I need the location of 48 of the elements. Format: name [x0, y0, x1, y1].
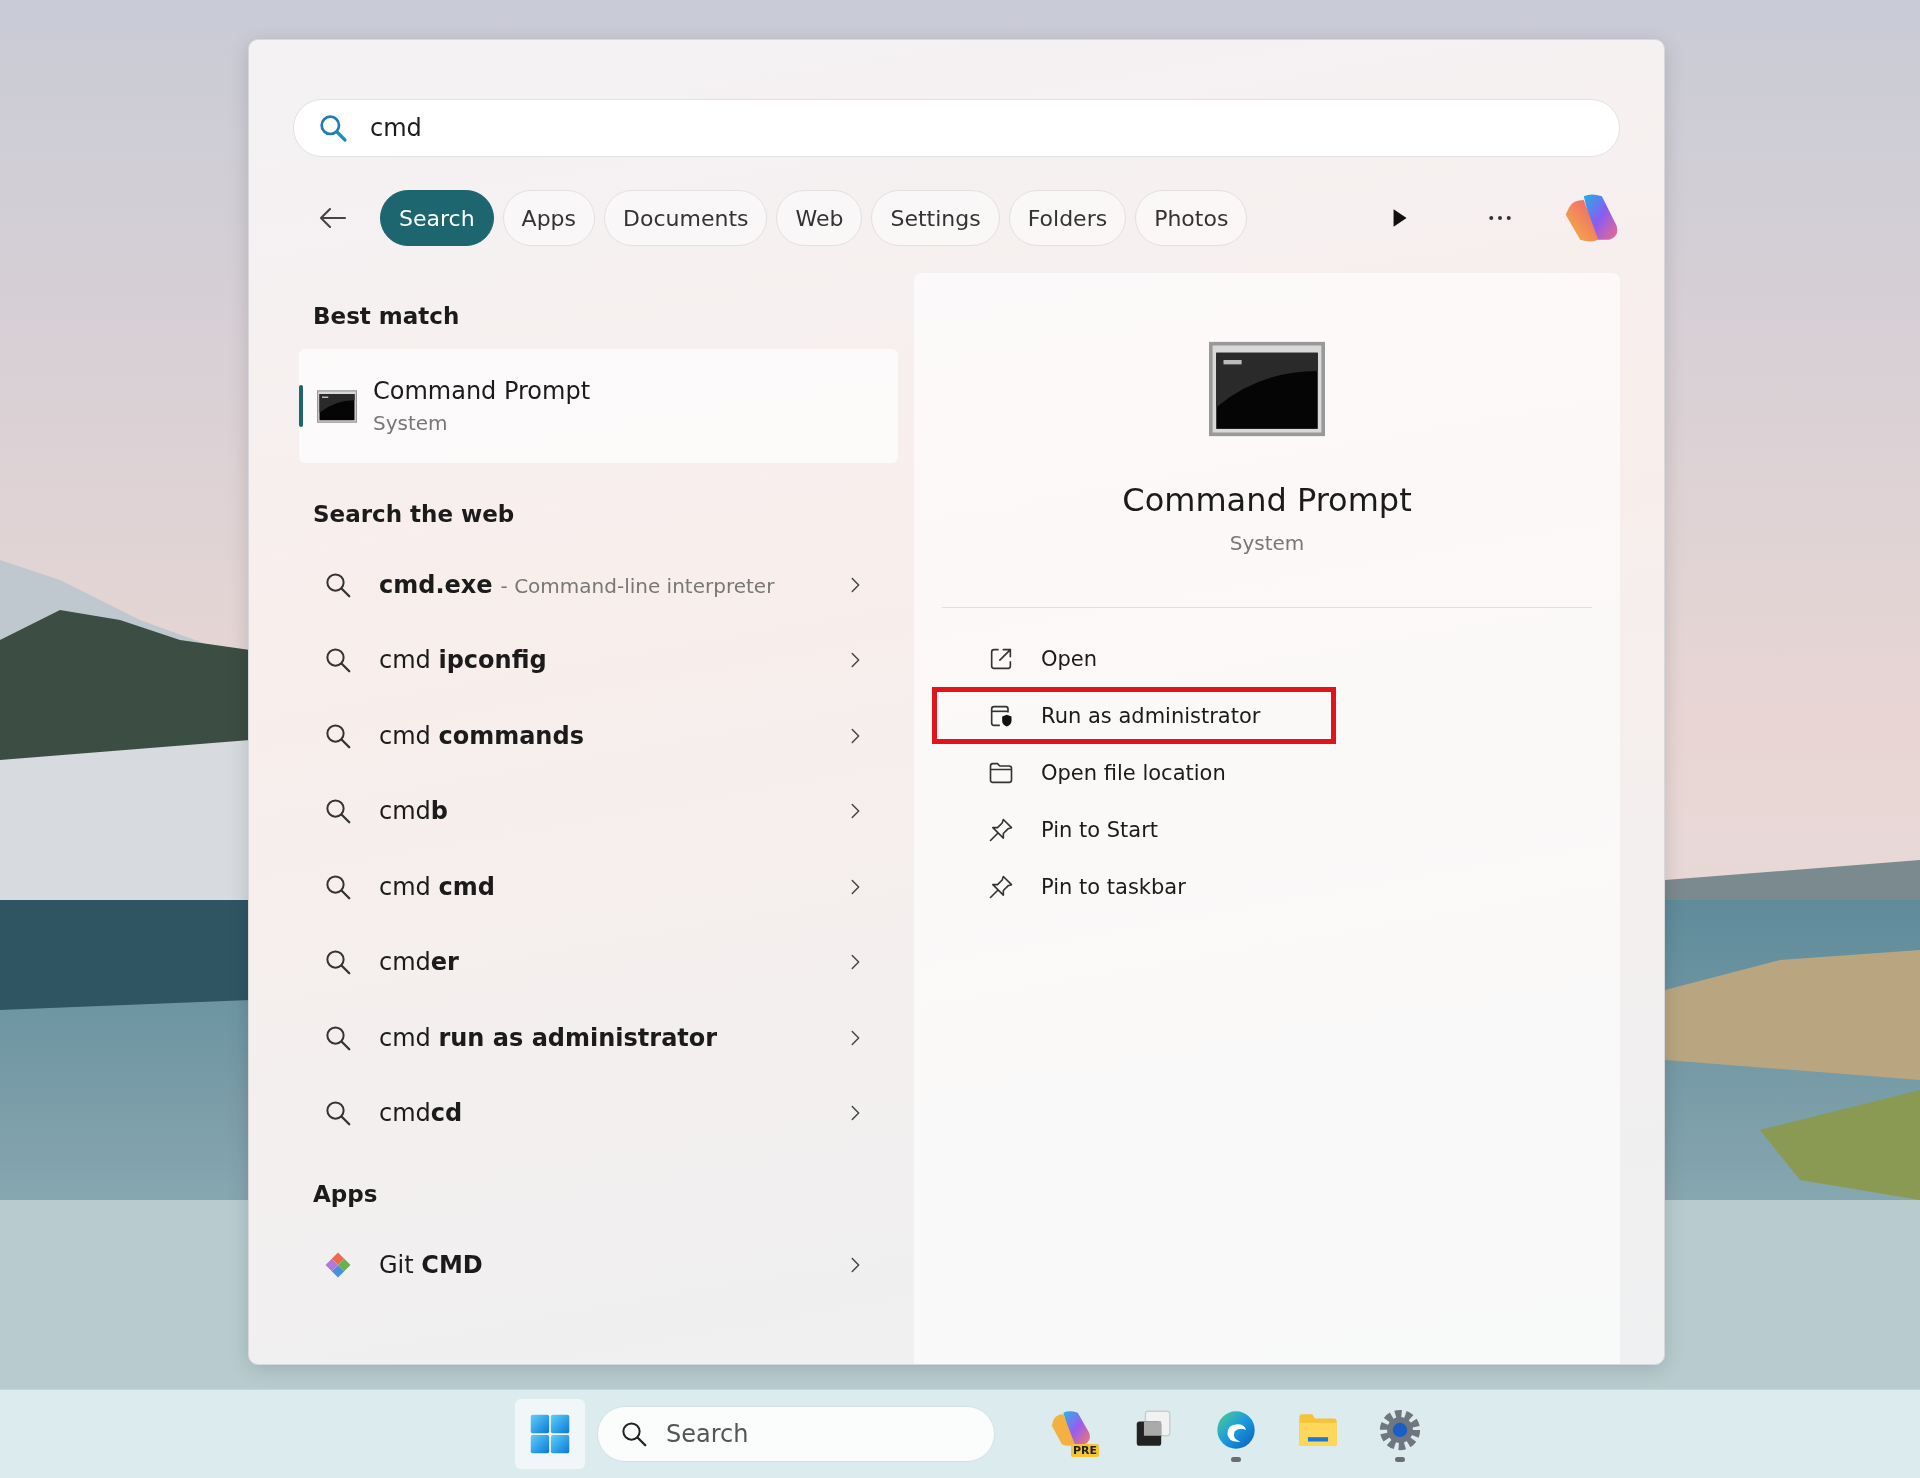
result-text: Git CMD — [379, 1250, 483, 1279]
result-title: Command Prompt — [373, 377, 591, 405]
app-subtitle: System — [1228, 531, 1306, 555]
web-result-item[interactable]: cmd.exe - Command-line interpreter — [299, 547, 898, 623]
result-text: cmdcd — [379, 1099, 463, 1128]
action-item[interactable]: Run as administrator — [932, 687, 1336, 744]
filter-tab[interactable]: Documents — [604, 190, 768, 246]
result-text: cmd run as administrator — [379, 1023, 718, 1052]
four-squares-icon — [529, 1413, 571, 1455]
filter-tab[interactable]: Apps — [502, 190, 596, 246]
selection-indicator — [299, 385, 303, 427]
taskbar-app-button[interactable]: PRE — [1037, 1394, 1107, 1474]
web-result-item[interactable]: cmd run as administrator — [299, 1000, 898, 1076]
action-item[interactable]: Open file location — [932, 744, 1336, 801]
action-item[interactable]: Open — [932, 630, 1336, 687]
result-text: cmd.exe — [379, 570, 493, 599]
terminal-icon — [1209, 341, 1325, 437]
action-item[interactable]: Pin to Start — [932, 801, 1336, 858]
preview-badge: PRE — [1070, 1443, 1099, 1457]
web-result-item[interactable]: cmdb — [299, 773, 898, 849]
app-result-item[interactable]: Git CMD — [299, 1227, 898, 1303]
result-text: cmd commands — [379, 721, 584, 750]
section-heading: Apps — [312, 1180, 379, 1209]
web-result-item[interactable]: cmd ipconfig — [299, 622, 898, 698]
filter-tab[interactable]: Folders — [1008, 190, 1127, 246]
web-result-item[interactable]: cmdcd — [299, 1075, 898, 1151]
taskbar-search-field[interactable]: Search — [597, 1406, 995, 1462]
app-title: Command Prompt — [1121, 481, 1413, 519]
result-text: cmd cmd — [379, 872, 495, 901]
filter-tab[interactable]: Photos — [1135, 190, 1248, 246]
result-description: - Command-line interpreter — [500, 573, 775, 598]
terminal-icon — [317, 389, 357, 423]
section-heading: Best match — [312, 302, 461, 331]
result-text: cmdb — [379, 797, 448, 826]
web-result-item[interactable]: cmder — [299, 924, 898, 1000]
result-text: cmder — [379, 948, 459, 977]
result-text: cmd ipconfig — [379, 646, 547, 675]
web-result-item[interactable]: cmd commands — [299, 698, 898, 774]
filter-tab[interactable]: Web — [776, 190, 863, 246]
filter-tab[interactable]: Search — [380, 190, 494, 246]
result-subtitle: System — [373, 411, 449, 435]
web-result-item[interactable]: cmd cmd — [299, 849, 898, 925]
section-heading: Search the web — [312, 500, 516, 529]
best-match-item[interactable]: Command Prompt System — [299, 349, 898, 463]
filter-tab[interactable]: Settings — [871, 190, 1000, 246]
query-field[interactable]: cmd — [293, 99, 1620, 157]
action-item[interactable]: Pin to taskbar — [932, 858, 1336, 915]
start-button[interactable] — [515, 1399, 585, 1469]
